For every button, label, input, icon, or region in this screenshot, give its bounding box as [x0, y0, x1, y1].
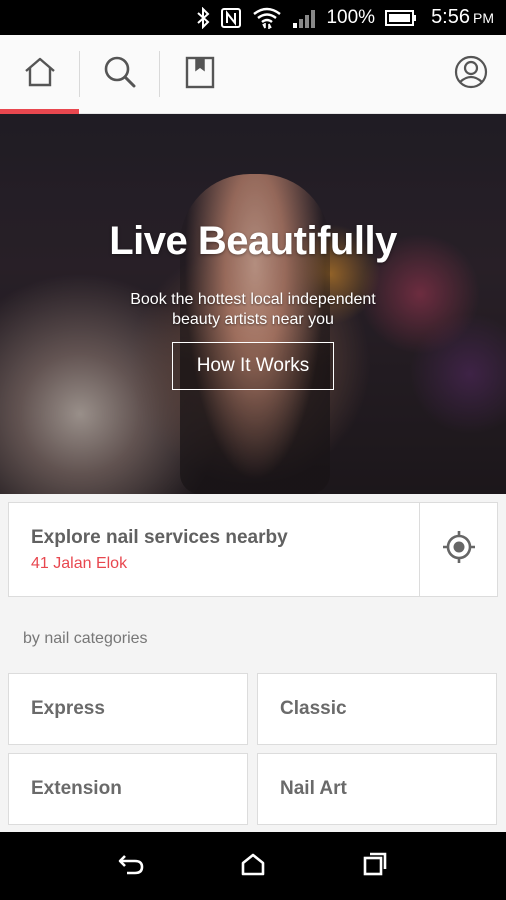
- explore-address: 41 Jalan Elok: [31, 555, 128, 572]
- battery-percent: 100%: [326, 6, 376, 28]
- tab-home[interactable]: [0, 35, 79, 114]
- locate-button[interactable]: [419, 503, 497, 596]
- bookmark-icon: [185, 55, 215, 94]
- categories-label: by nail categories: [23, 630, 148, 647]
- explore-title: Explore nail services nearby: [31, 527, 288, 548]
- category-express[interactable]: Express: [8, 673, 248, 745]
- tab-bookmarks[interactable]: [160, 35, 239, 114]
- category-nail-art[interactable]: Nail Art: [257, 753, 497, 825]
- top-nav: [0, 35, 506, 114]
- hero-banner: Live Beautifully Book the hottest local …: [0, 114, 506, 494]
- home-nav-button[interactable]: [223, 836, 283, 896]
- system-nav-bar: [0, 832, 506, 900]
- home-icon: [23, 56, 57, 93]
- recents-button[interactable]: [345, 836, 405, 896]
- hero-subtitle: Book the hottest local independent beaut…: [130, 291, 376, 328]
- wifi-icon: [252, 6, 282, 30]
- hero-title: Live Beautifully: [109, 219, 397, 263]
- category-extension[interactable]: Extension: [8, 753, 248, 825]
- clock: 5:56 PM: [431, 6, 494, 29]
- profile-button[interactable]: [436, 35, 506, 114]
- battery-icon: [385, 9, 417, 27]
- clock-ampm: PM: [473, 10, 494, 26]
- status-bar: 100% 5:56 PM: [0, 0, 506, 35]
- back-icon: [117, 852, 145, 881]
- search-icon: [103, 55, 137, 94]
- tab-search[interactable]: [80, 35, 159, 114]
- signal-icon: [292, 7, 318, 29]
- locate-icon: [441, 529, 477, 570]
- home-nav-icon: [240, 852, 266, 881]
- back-button[interactable]: [101, 836, 161, 896]
- explore-nearby-card[interactable]: Explore nail services nearby 41 Jalan El…: [8, 502, 498, 597]
- clock-time: 5:56: [431, 6, 470, 28]
- recents-icon: [362, 851, 388, 882]
- category-classic[interactable]: Classic: [257, 673, 497, 745]
- nfc-icon: [220, 7, 242, 29]
- profile-icon: [454, 55, 488, 94]
- bluetooth-icon: [196, 6, 210, 29]
- how-it-works-button[interactable]: How It Works: [172, 342, 334, 390]
